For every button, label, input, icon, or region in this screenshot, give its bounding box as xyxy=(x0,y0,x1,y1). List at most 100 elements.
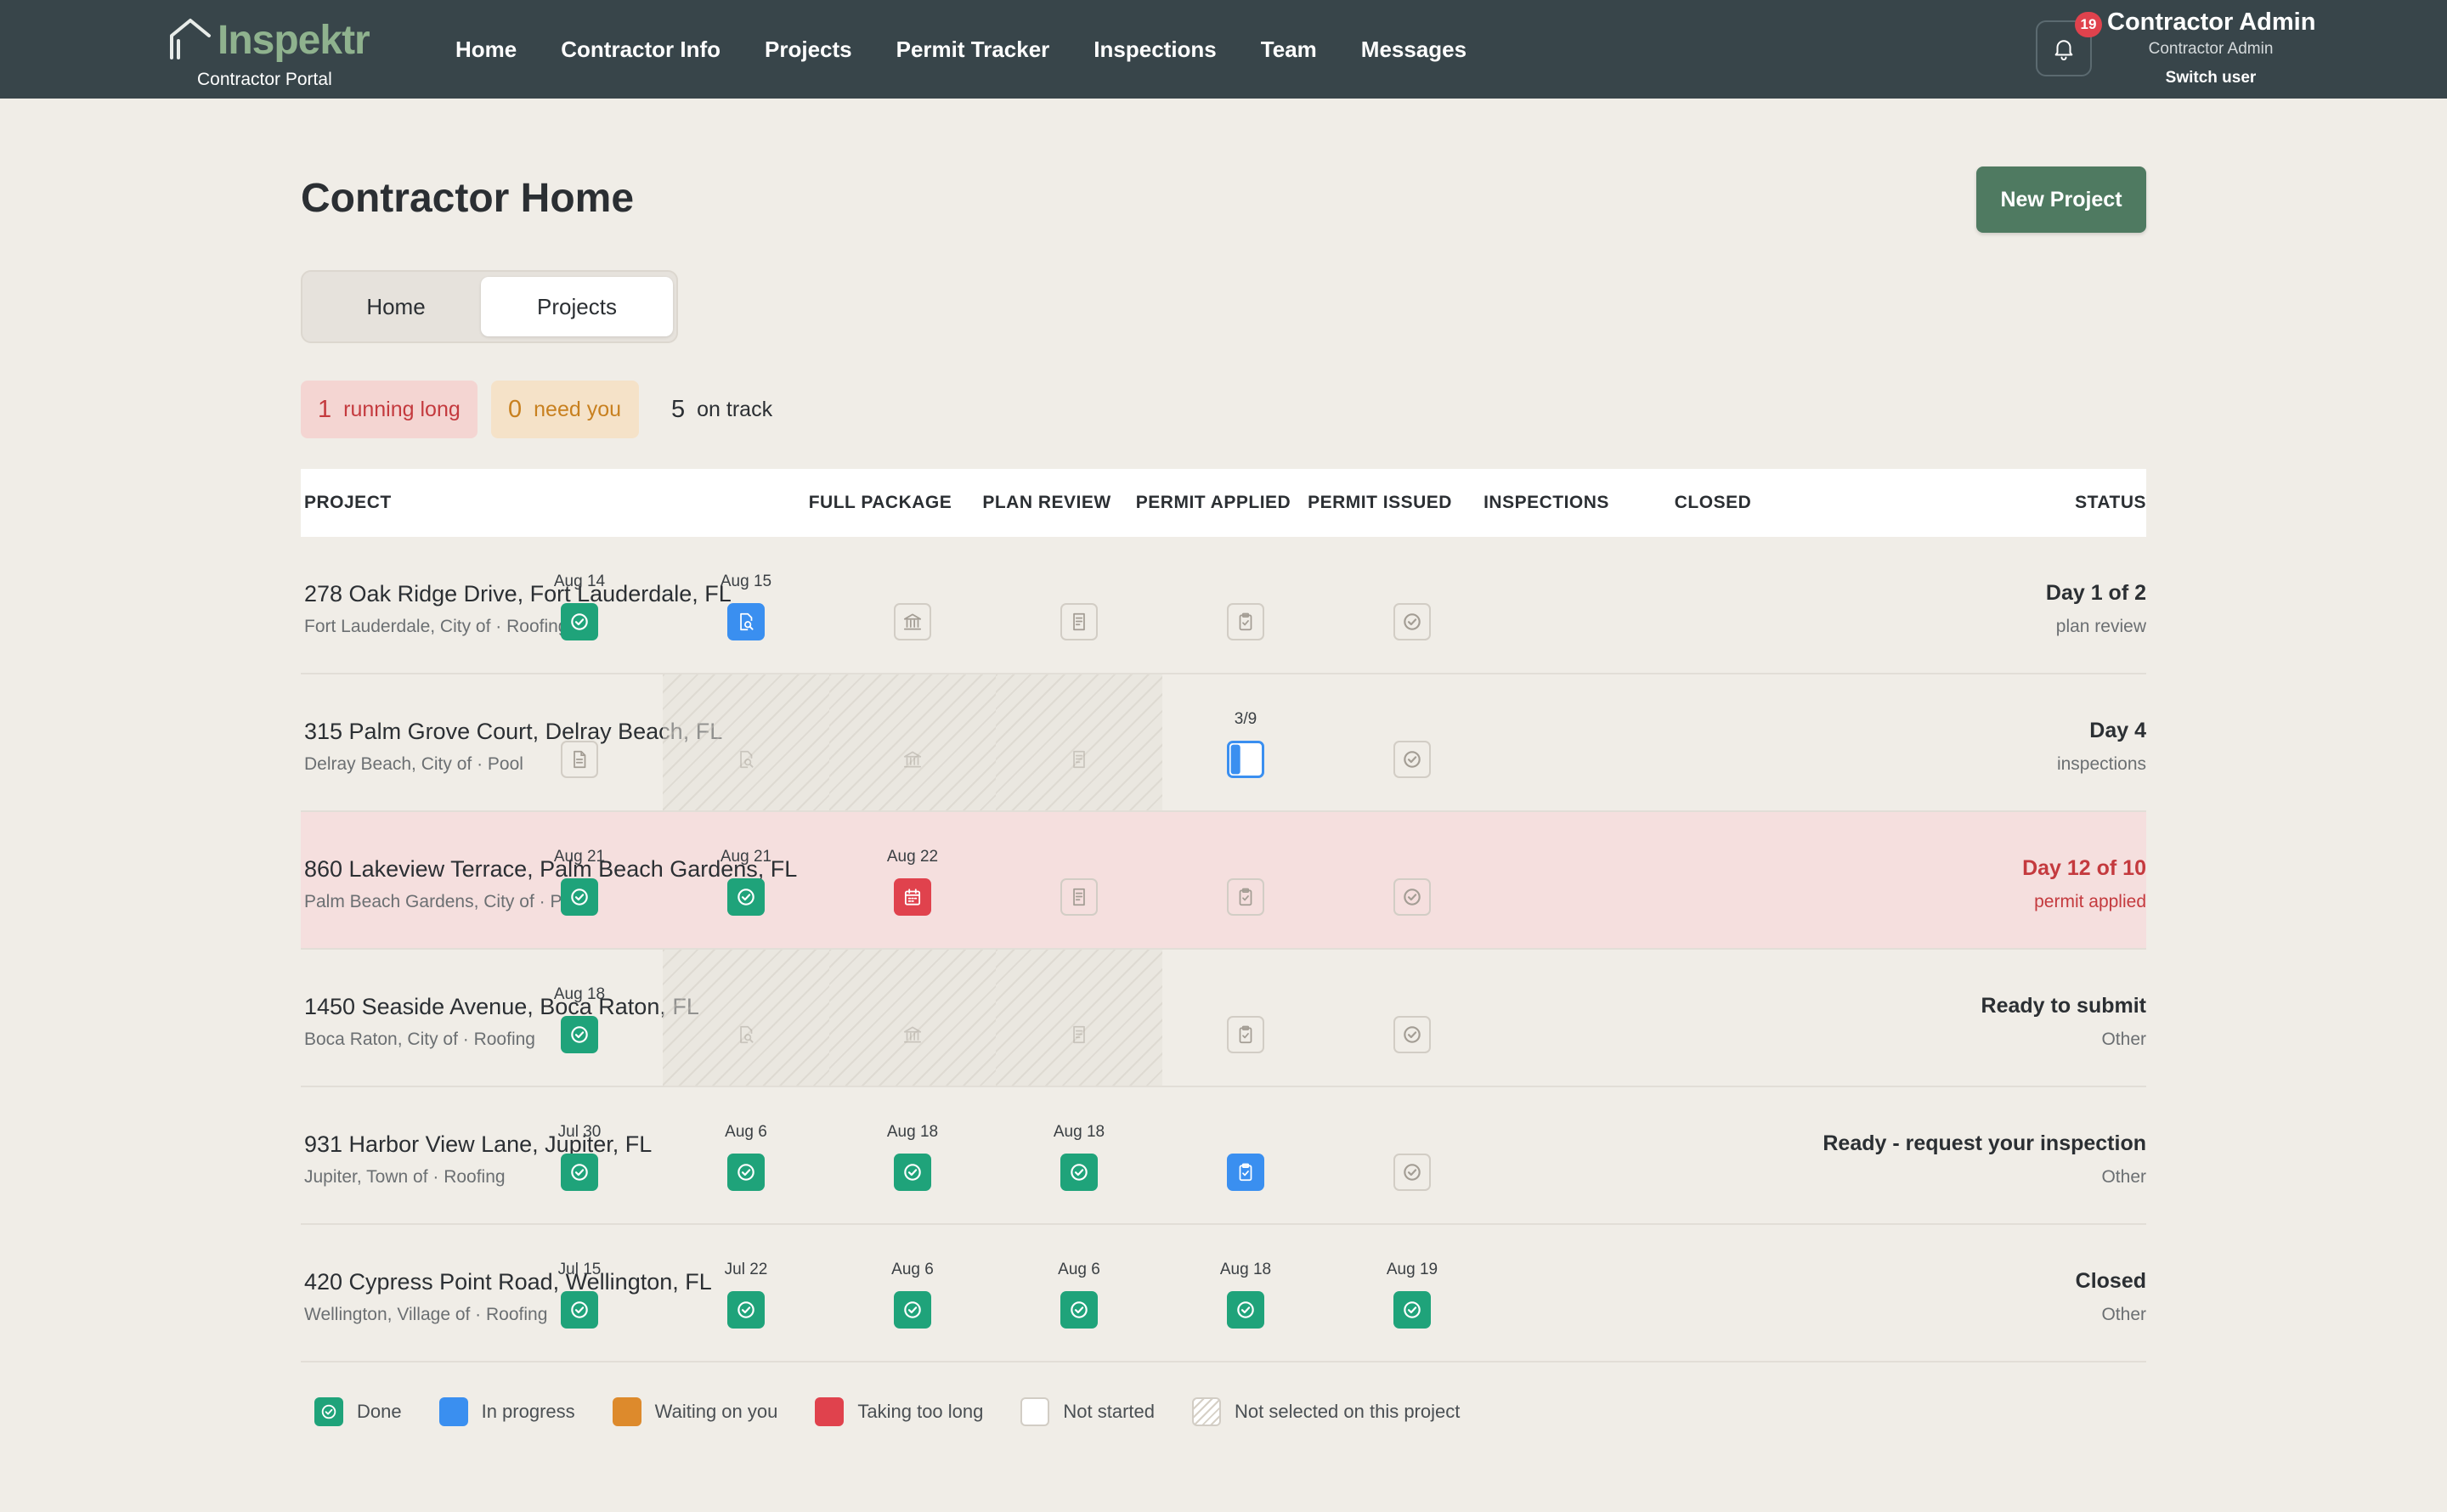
stage-status-badge[interactable] xyxy=(561,741,598,778)
stage-status-badge[interactable] xyxy=(1060,603,1098,640)
project-stage: Other xyxy=(2101,1305,2146,1324)
stage-status-badge[interactable] xyxy=(1227,1154,1264,1191)
stage-status-badge[interactable] xyxy=(894,741,931,778)
stage-status-badge[interactable] xyxy=(894,1016,931,1053)
receipt-icon xyxy=(1073,612,1085,631)
stage-status-badge[interactable] xyxy=(1227,1291,1264,1329)
nav-contractor-info[interactable]: Contractor Info xyxy=(561,37,721,63)
stage-status-badge[interactable] xyxy=(727,1154,765,1191)
stage-date: Aug 6 xyxy=(725,1123,767,1141)
receipt-icon xyxy=(1073,888,1085,906)
stage-cell-permit-issued xyxy=(996,950,1162,1086)
stage-status-badge[interactable] xyxy=(727,1291,765,1329)
stage-status-badge[interactable] xyxy=(727,1016,765,1053)
stage-cell-closed xyxy=(1329,674,1495,810)
stage-status-badge[interactable] xyxy=(727,741,765,778)
tab-home[interactable]: Home xyxy=(309,277,483,336)
stage-status-badge[interactable] xyxy=(894,1291,931,1329)
on-track-filter[interactable]: 5 on track xyxy=(654,381,799,438)
project-row[interactable]: 315 Palm Grove Court, Delray Beach, FL De… xyxy=(301,674,2146,812)
project-stage: Other xyxy=(2101,1030,2146,1049)
stage-status-badge[interactable] xyxy=(1227,878,1264,916)
stage-cell-full-package: Aug 14 xyxy=(496,537,663,673)
stage-cell-inspections xyxy=(1162,537,1329,673)
legend-item-late: Taking too long xyxy=(815,1397,983,1426)
bell-icon xyxy=(2054,40,2073,61)
nav-home[interactable]: Home xyxy=(455,37,517,63)
stage-status-badge[interactable] xyxy=(727,878,765,916)
new-project-button[interactable]: New Project xyxy=(1976,166,2146,233)
project-row[interactable]: 1450 Seaside Avenue, Boca Raton, FL Boca … xyxy=(301,950,2146,1087)
stage-cell-full-package: Jul 30 xyxy=(496,1087,663,1223)
stage-cell-permit-issued xyxy=(996,812,1162,948)
stage-status-badge[interactable] xyxy=(1060,1016,1098,1053)
nav-messages[interactable]: Messages xyxy=(1361,37,1467,63)
stage-status-badge[interactable] xyxy=(727,603,765,640)
stage-status-badge[interactable] xyxy=(894,603,931,640)
user-role: Contractor Admin xyxy=(2148,40,2274,58)
nav-projects[interactable]: Projects xyxy=(765,37,852,63)
legend-swatch xyxy=(438,1397,468,1426)
legend-label: In progress xyxy=(481,1401,575,1422)
clipboard-icon xyxy=(1239,1025,1252,1044)
stage-status-badge[interactable] xyxy=(1060,741,1098,778)
stage-cell-permit-applied xyxy=(829,537,996,673)
check-circle-icon xyxy=(904,1301,921,1318)
stage-cell-closed xyxy=(1329,950,1495,1086)
stage-status-badge[interactable] xyxy=(1393,878,1431,916)
stage-status-badge[interactable] xyxy=(1060,1291,1098,1329)
project-status: Day 12 of 10 xyxy=(2022,856,2146,880)
user-name: Contractor Admin xyxy=(2107,8,2316,36)
project-row[interactable]: 278 Oak Ridge Drive, Fort Lauderdale, FL… xyxy=(301,537,2146,674)
project-row[interactable]: 931 Harbor View Lane, Jupiter, FL Jupiter… xyxy=(301,1087,2146,1225)
switch-user-link[interactable]: Switch user xyxy=(2107,69,2314,87)
stage-cell-plan-review: Aug 15 xyxy=(663,537,829,673)
project-status: Day 4 xyxy=(2089,719,2146,742)
brand-logo[interactable]: Inspektr Contractor Portal xyxy=(167,15,370,92)
stage-status-badge[interactable] xyxy=(561,1154,598,1191)
stage-cell-permit-issued xyxy=(996,537,1162,673)
check-circle-icon xyxy=(571,1026,588,1043)
building-icon xyxy=(903,751,922,768)
running-long-filter[interactable]: 1 running long xyxy=(301,381,478,438)
stage-date: Jul 30 xyxy=(557,1123,602,1141)
stage-cell-permit-issued: Aug 6 xyxy=(996,1225,1162,1361)
project-row[interactable]: 860 Lakeview Terrace, Palm Beach Gardens… xyxy=(301,812,2146,950)
project-row[interactable]: 420 Cypress Point Road, Wellington, FL We… xyxy=(301,1225,2146,1362)
stage-status-badge[interactable] xyxy=(1393,1291,1431,1329)
stage-date: Jul 22 xyxy=(724,1261,768,1278)
brand-subtitle: Contractor Portal xyxy=(197,70,332,89)
stage-status-badge[interactable] xyxy=(1227,603,1264,640)
need-you-count: 0 xyxy=(508,395,523,423)
stage-status-badge[interactable] xyxy=(561,1291,598,1329)
stage-status-badge[interactable] xyxy=(561,1016,598,1053)
stage-status-badge[interactable] xyxy=(1393,741,1431,778)
stage-cell-closed xyxy=(1329,1087,1495,1223)
check-circle-icon xyxy=(1071,1164,1088,1181)
stage-status-badge[interactable] xyxy=(561,603,598,640)
stage-status-badge[interactable] xyxy=(1393,1016,1431,1053)
project-status: Closed xyxy=(2075,1269,2146,1293)
magnify-doc-icon xyxy=(740,612,754,631)
nav-permit-tracker[interactable]: Permit Tracker xyxy=(896,37,1050,63)
stage-status-badge[interactable] xyxy=(1060,1154,1098,1191)
stage-status-badge[interactable] xyxy=(1227,741,1264,778)
need-you-filter[interactable]: 0 need you xyxy=(491,381,639,438)
stage-date: Aug 6 xyxy=(1058,1261,1100,1278)
stage-cell-permit-applied xyxy=(829,674,996,810)
stage-status-badge[interactable] xyxy=(1227,1016,1264,1053)
nav-team[interactable]: Team xyxy=(1261,37,1317,63)
stage-date: 3/9 xyxy=(1234,710,1257,728)
nav-inspections[interactable]: Inspections xyxy=(1094,37,1216,63)
stage-status-badge[interactable] xyxy=(1060,878,1098,916)
stage-status-badge[interactable] xyxy=(894,878,931,916)
check-circle-icon xyxy=(571,889,588,906)
stage-cell-closed xyxy=(1329,537,1495,673)
stage-status-badge[interactable] xyxy=(1393,1154,1431,1191)
tab-projects[interactable]: Projects xyxy=(481,277,673,336)
stage-cell-full-package: Aug 21 xyxy=(496,812,663,948)
stage-status-badge[interactable] xyxy=(561,878,598,916)
house-logo-icon xyxy=(170,19,211,59)
stage-status-badge[interactable] xyxy=(894,1154,931,1191)
stage-status-badge[interactable] xyxy=(1393,603,1431,640)
